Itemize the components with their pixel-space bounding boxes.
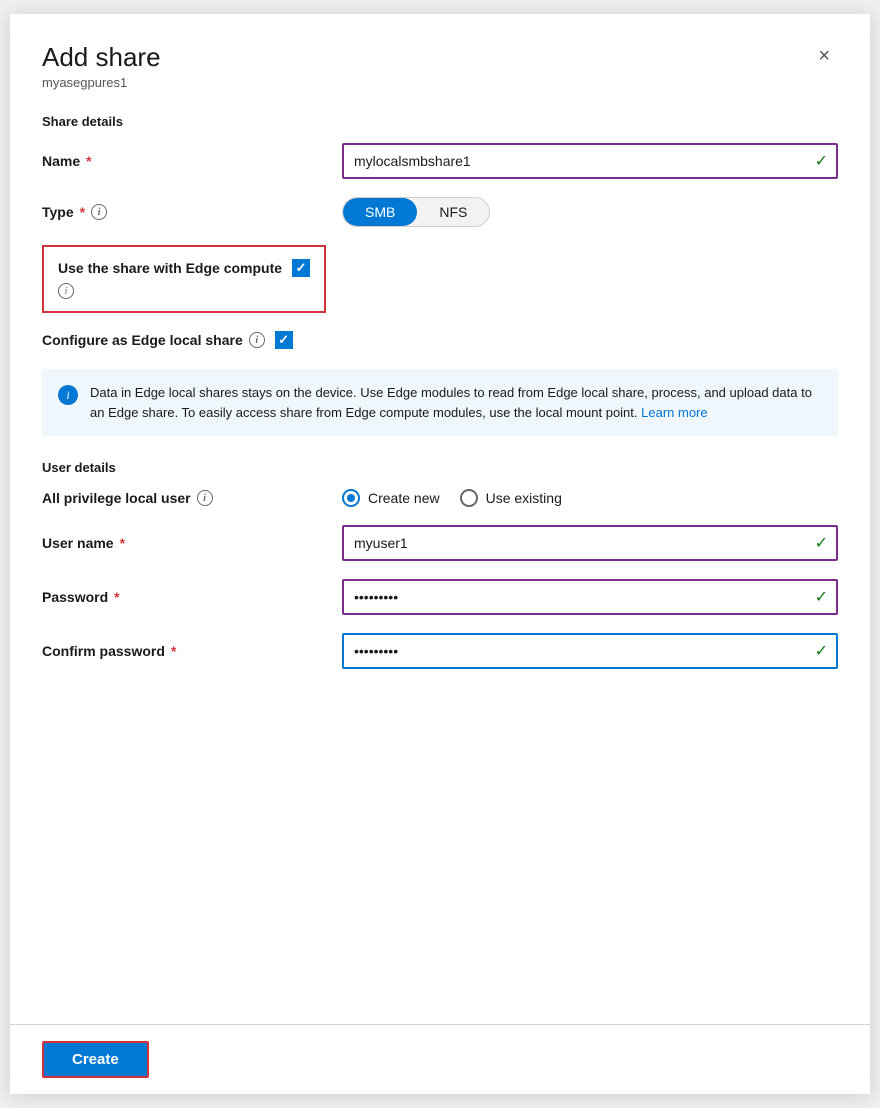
- privilege-radio-group: Create new Use existing: [342, 489, 562, 507]
- edge-compute-checkmark: ✓: [296, 260, 307, 276]
- dialog-title: Add share: [42, 42, 161, 73]
- edge-local-checkmark: ✓: [278, 332, 289, 348]
- edge-compute-section: Use the share with Edge compute ✓ i: [42, 245, 326, 313]
- username-label: User name *: [42, 535, 342, 551]
- use-existing-radio-circle: [460, 489, 478, 507]
- learn-more-link[interactable]: Learn more: [641, 405, 707, 420]
- create-new-radio-label: Create new: [368, 490, 440, 506]
- use-existing-radio-label: Use existing: [486, 490, 562, 506]
- user-details-section-label: User details: [42, 460, 838, 475]
- dialog-subtitle: myasegpures1: [42, 75, 161, 90]
- password-input[interactable]: [342, 579, 838, 615]
- password-form-row: Password * ✓: [42, 579, 838, 615]
- confirm-password-input-wrap: ✓: [342, 633, 838, 669]
- username-input[interactable]: [342, 525, 838, 561]
- dialog-header: Add share myasegpures1 ×: [42, 42, 838, 90]
- confirm-password-form-row: Confirm password * ✓: [42, 633, 838, 669]
- add-share-dialog: Add share myasegpures1 × Share details N…: [10, 14, 870, 1094]
- username-required-star: *: [120, 535, 125, 551]
- all-privilege-label: All privilege local user i: [42, 490, 342, 506]
- password-input-wrap: ✓: [342, 579, 838, 615]
- dialog-footer: Create: [10, 1024, 870, 1094]
- create-new-radio-circle: [342, 489, 360, 507]
- edge-compute-info-icon: i: [58, 283, 74, 299]
- close-button[interactable]: ×: [810, 42, 838, 70]
- type-label: Type * i: [42, 204, 342, 220]
- username-input-wrap: ✓: [342, 525, 838, 561]
- all-privilege-info-icon: i: [197, 490, 213, 506]
- username-checkmark-icon: ✓: [815, 533, 828, 553]
- smb-toggle-button[interactable]: SMB: [343, 198, 417, 226]
- info-box-icon: i: [58, 385, 78, 405]
- name-input-wrap: ✓: [342, 143, 838, 179]
- password-required-star: *: [114, 589, 119, 605]
- type-required-star: *: [80, 204, 85, 220]
- confirm-password-required-star: *: [171, 643, 176, 659]
- name-form-row: Name * ✓: [42, 143, 838, 179]
- edge-local-info-icon: i: [249, 332, 265, 348]
- info-box-text: Data in Edge local shares stays on the d…: [90, 383, 822, 422]
- confirm-password-checkmark-icon: ✓: [815, 641, 828, 661]
- info-box: i Data in Edge local shares stays on the…: [42, 369, 838, 436]
- type-info-icon: i: [91, 204, 107, 220]
- edge-local-label: Configure as Edge local share i: [42, 332, 265, 348]
- use-existing-radio-option[interactable]: Use existing: [460, 489, 562, 507]
- edge-compute-checkbox-row: Use the share with Edge compute ✓: [58, 259, 310, 277]
- username-form-row: User name * ✓: [42, 525, 838, 561]
- password-checkmark-icon: ✓: [815, 587, 828, 607]
- confirm-password-input[interactable]: [342, 633, 838, 669]
- confirm-password-label: Confirm password *: [42, 643, 342, 659]
- edge-local-row: Configure as Edge local share i ✓: [42, 331, 838, 349]
- type-toggle-group: SMB NFS: [342, 197, 490, 227]
- password-label: Password *: [42, 589, 342, 605]
- share-details-section-label: Share details: [42, 114, 838, 129]
- name-checkmark-icon: ✓: [815, 151, 828, 171]
- name-required-star: *: [86, 153, 91, 169]
- create-button[interactable]: Create: [42, 1041, 149, 1078]
- all-privilege-form-row: All privilege local user i Create new Us…: [42, 489, 838, 507]
- name-input[interactable]: [342, 143, 838, 179]
- nfs-toggle-button[interactable]: NFS: [417, 198, 489, 226]
- edge-compute-checkbox[interactable]: ✓: [292, 259, 310, 277]
- edge-compute-label: Use the share with Edge compute: [58, 260, 282, 276]
- header-text: Add share myasegpures1: [42, 42, 161, 90]
- type-form-row: Type * i SMB NFS: [42, 197, 838, 227]
- edge-local-checkbox[interactable]: ✓: [275, 331, 293, 349]
- name-label: Name *: [42, 153, 342, 169]
- edge-compute-info-row: i: [58, 283, 310, 299]
- create-new-radio-option[interactable]: Create new: [342, 489, 440, 507]
- user-details-section: User details All privilege local user i …: [42, 460, 838, 669]
